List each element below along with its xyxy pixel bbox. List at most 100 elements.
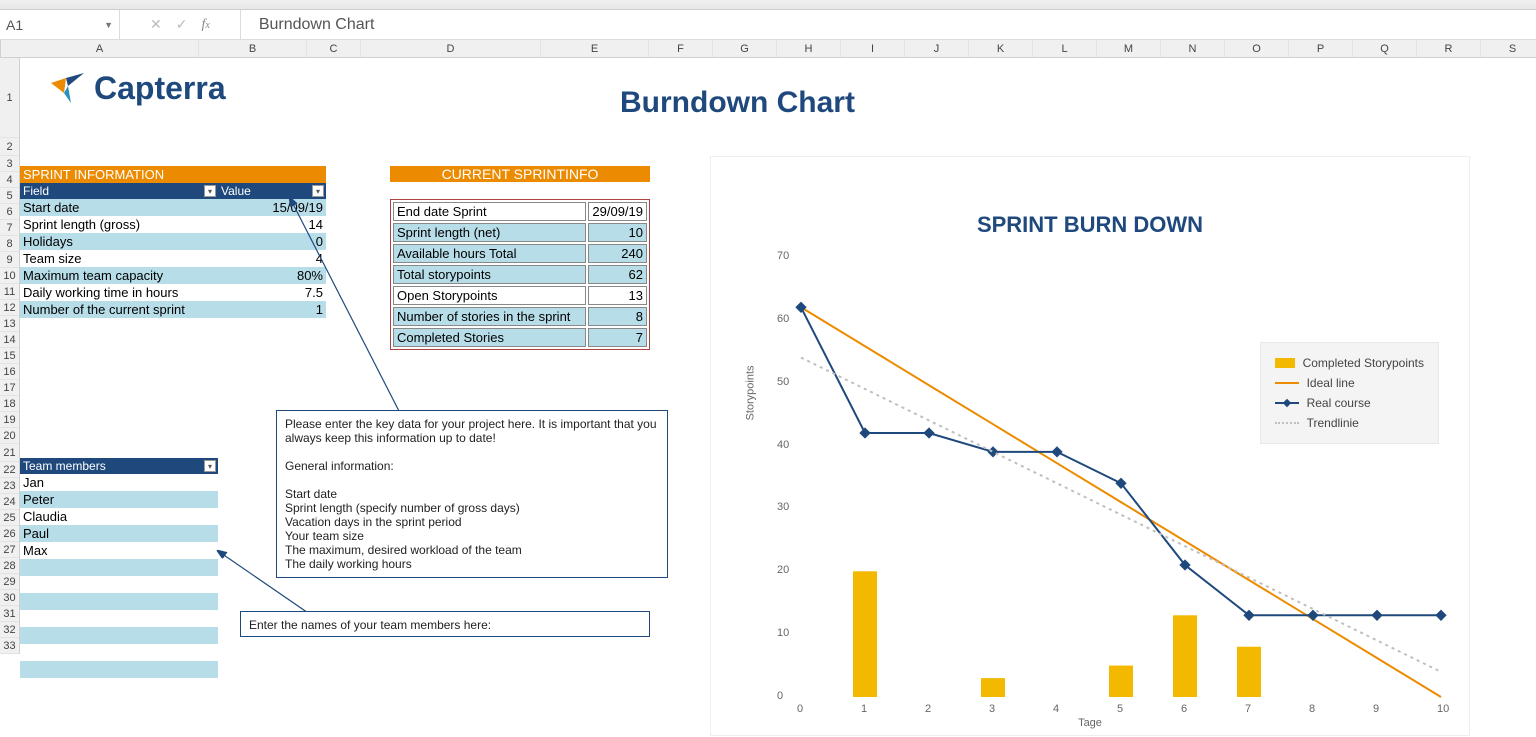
- cell[interactable]: 13: [588, 286, 647, 305]
- row-header[interactable]: 2: [0, 138, 19, 156]
- col-header[interactable]: H: [777, 40, 841, 57]
- row-header[interactable]: 12: [0, 300, 19, 316]
- formula-text[interactable]: Burndown Chart: [241, 16, 375, 34]
- chart-area[interactable]: SPRINT BURN DOWN Storypoints Tage Comple…: [710, 156, 1470, 736]
- cell[interactable]: Max: [20, 542, 218, 559]
- sheet-content[interactable]: Capterra Burndown Chart SPRINT INFORMATI…: [20, 58, 1536, 654]
- col-header[interactable]: L: [1033, 40, 1097, 57]
- row-header[interactable]: 25: [0, 510, 19, 526]
- col-header[interactable]: Q: [1353, 40, 1417, 57]
- cell[interactable]: Paul: [20, 525, 218, 542]
- cell[interactable]: Holidays: [20, 233, 218, 250]
- cell[interactable]: [20, 661, 218, 678]
- row-header[interactable]: 5: [0, 188, 19, 204]
- chevron-down-icon[interactable]: ▼: [104, 20, 113, 30]
- bar[interactable]: [1109, 666, 1133, 697]
- row-header[interactable]: 28: [0, 558, 19, 574]
- filter-icon[interactable]: ▾: [204, 460, 216, 472]
- col-header[interactable]: R: [1417, 40, 1481, 57]
- row-header[interactable]: 23: [0, 478, 19, 494]
- col-header[interactable]: S: [1481, 40, 1536, 57]
- row-header[interactable]: 31: [0, 606, 19, 622]
- row-header[interactable]: 21: [0, 444, 19, 462]
- cell[interactable]: [20, 610, 218, 627]
- row-header[interactable]: 8: [0, 236, 19, 252]
- col-header[interactable]: M: [1097, 40, 1161, 57]
- cell[interactable]: Start date: [20, 199, 218, 216]
- cell[interactable]: [20, 644, 218, 661]
- marker-diamond[interactable]: [1435, 610, 1446, 621]
- filter-icon[interactable]: ▾: [204, 185, 216, 197]
- row-header[interactable]: 17: [0, 380, 19, 396]
- series-line[interactable]: [801, 307, 1441, 615]
- bar[interactable]: [1237, 647, 1261, 697]
- marker-diamond[interactable]: [923, 427, 934, 438]
- row-header[interactable]: 6: [0, 204, 19, 220]
- row-header[interactable]: 4: [0, 172, 19, 188]
- marker-diamond[interactable]: [1051, 446, 1062, 457]
- row-header[interactable]: 30: [0, 590, 19, 606]
- col-header[interactable]: D: [361, 40, 541, 57]
- cell[interactable]: [20, 627, 218, 644]
- cell[interactable]: Number of the current sprint: [20, 301, 218, 318]
- cell[interactable]: 240: [588, 244, 647, 263]
- row-header[interactable]: 11: [0, 284, 19, 300]
- marker-diamond[interactable]: [987, 446, 998, 457]
- fx-icon[interactable]: fx: [201, 17, 209, 33]
- row-header[interactable]: 22: [0, 462, 19, 478]
- cell[interactable]: [20, 559, 218, 576]
- col-header[interactable]: P: [1289, 40, 1353, 57]
- col-header[interactable]: K: [969, 40, 1033, 57]
- series-line[interactable]: [801, 307, 1441, 697]
- cell[interactable]: Sprint length (gross): [20, 216, 218, 233]
- bar[interactable]: [981, 678, 1005, 697]
- row-header[interactable]: 14: [0, 332, 19, 348]
- cell[interactable]: 62: [588, 265, 647, 284]
- row-header[interactable]: 19: [0, 412, 19, 428]
- row-header[interactable]: 27: [0, 542, 19, 558]
- cell[interactable]: 7: [588, 328, 647, 347]
- col-header[interactable]: N: [1161, 40, 1225, 57]
- cell[interactable]: 8: [588, 307, 647, 326]
- marker-diamond[interactable]: [795, 302, 806, 313]
- row-header[interactable]: 18: [0, 396, 19, 412]
- cell[interactable]: Peter: [20, 491, 218, 508]
- col-header[interactable]: C: [307, 40, 361, 57]
- row-header[interactable]: 24: [0, 494, 19, 510]
- row-header[interactable]: 29: [0, 574, 19, 590]
- col-header[interactable]: G: [713, 40, 777, 57]
- series-line[interactable]: [801, 358, 1441, 672]
- row-header[interactable]: 26: [0, 526, 19, 542]
- row-header[interactable]: 10: [0, 268, 19, 284]
- col-header[interactable]: I: [841, 40, 905, 57]
- row-header[interactable]: 20: [0, 428, 19, 444]
- cell[interactable]: [20, 593, 218, 610]
- col-header[interactable]: J: [905, 40, 969, 57]
- row-header[interactable]: 1: [0, 58, 19, 138]
- row-header[interactable]: 16: [0, 364, 19, 380]
- col-header[interactable]: A: [1, 40, 199, 57]
- col-header[interactable]: E: [541, 40, 649, 57]
- col-header[interactable]: F: [649, 40, 713, 57]
- col-header[interactable]: B: [199, 40, 307, 57]
- cell[interactable]: 10: [588, 223, 647, 242]
- cell[interactable]: [20, 576, 218, 593]
- row-header[interactable]: 13: [0, 316, 19, 332]
- bar[interactable]: [853, 571, 877, 697]
- row-header[interactable]: 32: [0, 622, 19, 638]
- row-header[interactable]: 15: [0, 348, 19, 364]
- cell[interactable]: Claudia: [20, 508, 218, 525]
- marker-diamond[interactable]: [859, 427, 870, 438]
- col-header[interactable]: O: [1225, 40, 1289, 57]
- cell[interactable]: [20, 678, 218, 695]
- cell[interactable]: Jan: [20, 474, 218, 491]
- cell[interactable]: 29/09/19: [588, 202, 647, 221]
- cell[interactable]: Maximum team capacity: [20, 267, 218, 284]
- row-header[interactable]: 33: [0, 638, 19, 654]
- bar[interactable]: [1173, 615, 1197, 697]
- row-header[interactable]: 7: [0, 220, 19, 236]
- cancel-icon[interactable]: ✕: [150, 16, 162, 33]
- row-header[interactable]: 3: [0, 156, 19, 172]
- confirm-icon[interactable]: ✓: [176, 16, 188, 33]
- cell[interactable]: Daily working time in hours: [20, 284, 218, 301]
